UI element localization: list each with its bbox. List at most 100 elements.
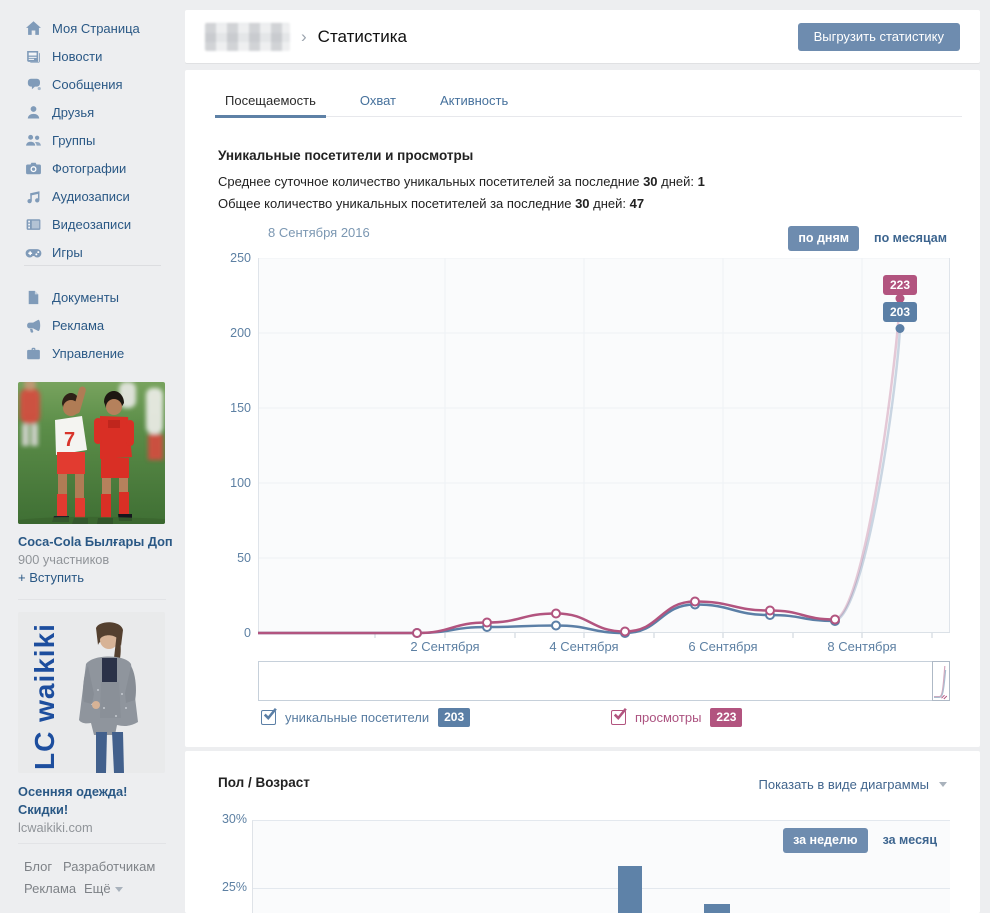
- y-axis-label-25: 25%: [221, 880, 247, 894]
- chevron-down-icon: [939, 782, 947, 787]
- ad-join-link[interactable]: + Вступить: [18, 570, 84, 585]
- mini-chart: [934, 665, 948, 700]
- sidebar-item-video[interactable]: Видеозаписи: [0, 210, 185, 238]
- footer-link-developers[interactable]: Разработчикам: [63, 859, 155, 874]
- y-axis-tick: 150: [230, 401, 251, 415]
- sidebar-item-label: Видеозаписи: [52, 216, 132, 232]
- sidebar-item-label: Моя Страница: [52, 20, 140, 36]
- legend-item-visitors[interactable]: уникальные посетители 203: [261, 707, 471, 727]
- sidebar-item-label: Сообщения: [52, 76, 123, 92]
- y-axis-tick: 200: [230, 326, 251, 340]
- x-axis-label: 2 Сентября: [410, 639, 480, 654]
- y-axis-tick: 0: [244, 626, 251, 640]
- x-axis-label: 8 Сентября: [827, 639, 897, 654]
- ad-image-soccer[interactable]: 7: [18, 382, 165, 524]
- sidebar-divider: [24, 265, 161, 266]
- stat-average-daily: Среднее суточное количество уникальных п…: [218, 174, 705, 189]
- checkbox-visitors[interactable]: [261, 707, 277, 725]
- vk-statistics-page: Моя Страница Новости Сообщения Друзья Гр…: [0, 0, 990, 913]
- sidebar-item-photos[interactable]: Фотографии: [0, 154, 185, 182]
- sidebar-item-groups[interactable]: Группы: [0, 126, 185, 154]
- line-chart-canvas: [258, 257, 950, 638]
- footer-link-more[interactable]: Ещё: [84, 881, 123, 896]
- sidebar-item-ads[interactable]: Реклама: [0, 311, 185, 339]
- bar: [704, 904, 730, 913]
- chart-legend: уникальные посетители 203 просмотры 223: [185, 707, 980, 732]
- home-icon: [23, 18, 43, 38]
- ad-members-count: 900 участников: [18, 552, 110, 567]
- plus-icon: +: [18, 570, 26, 585]
- data-label-views: 223: [883, 275, 917, 295]
- stat-total: Общее количество уникальных посетителей …: [218, 196, 645, 211]
- show-as-diagram-link[interactable]: Показать в виде диаграммы: [759, 777, 947, 792]
- groups-icon: [23, 130, 43, 150]
- sidebar-item-audio[interactable]: Аудиозаписи: [0, 182, 185, 210]
- legend-value-badge: 223: [710, 708, 743, 727]
- sidebar-item-label: Управление: [52, 345, 125, 361]
- data-label-visitors: 203: [883, 302, 917, 322]
- ad-image-fashion[interactable]: LC waikiki: [18, 612, 165, 773]
- legend-item-views[interactable]: просмотры 223: [611, 707, 743, 727]
- visits-panel: Посещаемость Охват Активность Уникальные…: [185, 70, 980, 747]
- gridline-25: [253, 888, 950, 889]
- ad-title[interactable]: Осенняя одежда!: [18, 784, 178, 799]
- section-title-visitors: Уникальные посетители и просмотры: [218, 148, 474, 163]
- page-title: Статистика: [317, 26, 407, 46]
- toggle-month[interactable]: за месяц: [883, 833, 937, 847]
- film-icon: [23, 214, 43, 234]
- sidebar-item-manage[interactable]: Управление: [0, 339, 185, 367]
- ad-domain: lcwaikiki.com: [18, 820, 93, 835]
- x-axis-label: 4 Сентября: [549, 639, 619, 654]
- sidebar-divider: [18, 599, 166, 600]
- sidebar-item-friends[interactable]: Друзья: [0, 98, 185, 126]
- chevron-down-icon: [114, 887, 123, 893]
- visits-chart: 2 Сентября 4 Сентября 6 Сентября 8 Сентя…: [258, 257, 950, 658]
- tabs-bar: Посещаемость Охват Активность: [215, 88, 962, 118]
- camera-icon: [23, 158, 43, 178]
- page-header-panel: › Статистика Выгрузить статистику: [185, 10, 980, 63]
- y-axis-tick: 50: [237, 551, 251, 565]
- sidebar-item-documents[interactable]: Документы: [0, 283, 185, 311]
- footer-link-ads[interactable]: Реклама: [24, 881, 76, 896]
- checkbox-views[interactable]: [611, 707, 627, 725]
- toggle-by-days[interactable]: по дням: [788, 226, 860, 251]
- megaphone-icon: [23, 315, 43, 335]
- svg-text:7: 7: [64, 429, 75, 451]
- range-navigator[interactable]: [258, 661, 950, 701]
- bar: [618, 865, 642, 913]
- range-handle[interactable]: [932, 661, 950, 701]
- x-axis-label: 6 Сентября: [688, 639, 758, 654]
- y-axis-labels: 250 200 150 100 50 0: [205, 251, 251, 640]
- footer-link-blog[interactable]: Блог: [24, 859, 52, 874]
- sidebar-item-messages[interactable]: Сообщения: [0, 70, 185, 98]
- gender-age-panel: Пол / Возраст Показать в виде диаграммы …: [185, 751, 980, 913]
- tab-reach[interactable]: Охват: [350, 88, 406, 116]
- sidebar-item-my-page[interactable]: Моя Страница: [0, 14, 185, 42]
- toggle-week[interactable]: за неделю: [783, 828, 868, 853]
- y-axis-tick: 100: [230, 476, 251, 490]
- redacted-page-name[interactable]: [205, 22, 290, 51]
- messages-icon: [23, 74, 43, 94]
- tab-visits[interactable]: Посещаемость: [215, 88, 326, 118]
- sidebar-item-games[interactable]: Игры: [0, 238, 185, 266]
- sidebar-divider: [18, 843, 166, 844]
- friend-icon: [23, 102, 43, 122]
- toggle-by-months[interactable]: по месяцам: [874, 231, 947, 245]
- y-axis-label-30: 30%: [221, 812, 247, 826]
- ad-title[interactable]: Coca-Cola Былғары Доп: [18, 534, 178, 549]
- legend-label: уникальные посетители: [285, 710, 430, 725]
- tab-activity[interactable]: Активность: [430, 88, 518, 116]
- ad-title-line2[interactable]: Скидки!: [18, 802, 178, 817]
- gamepad-icon: [23, 242, 43, 262]
- export-statistics-button[interactable]: Выгрузить статистику: [797, 22, 960, 51]
- legend-label: просмотры: [635, 710, 702, 725]
- period-toggle: по дням по месяцам: [788, 226, 947, 251]
- document-icon: [23, 287, 43, 307]
- sidebar-item-label: Аудиозаписи: [52, 188, 130, 204]
- svg-text:LC waikiki: LC waikiki: [29, 623, 60, 770]
- sidebar-item-label: Группы: [52, 132, 96, 148]
- chart-hover-date: 8 Сентября 2016: [268, 225, 370, 240]
- sidebar-item-news[interactable]: Новости: [0, 42, 185, 70]
- legend-value-badge: 203: [438, 708, 471, 727]
- sidebar-item-label: Друзья: [52, 104, 95, 120]
